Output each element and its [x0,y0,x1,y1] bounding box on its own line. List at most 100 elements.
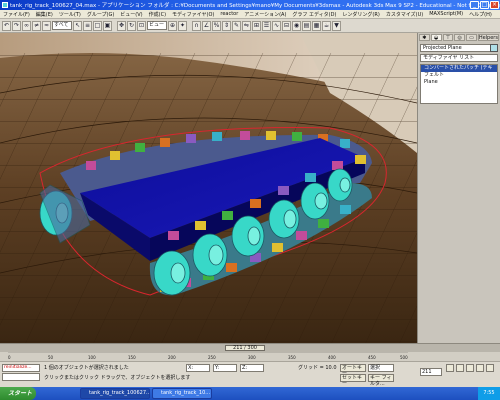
mirror-icon[interactable]: ⇋ [242,20,251,31]
modify-tab-icon[interactable]: ◒ [430,34,442,41]
maximize-button[interactable]: □ [480,1,489,9]
taskbar-item[interactable]: tank_rig_track_10... [152,388,212,399]
3dsmax-app-icon[interactable] [2,2,8,8]
menu-create[interactable]: 作成(C) [149,11,166,18]
menu-maxscript[interactable]: MAXScript(M) [429,11,463,17]
modifier-list-dropdown[interactable]: モディファイヤ リスト [420,54,498,62]
menu-reactor[interactable]: reactor [220,11,238,17]
layer-manager-icon[interactable]: ☰ [262,20,271,31]
object-color-swatch[interactable] [490,44,498,52]
reference-coordinate-dropdown[interactable]: ビュー [147,21,167,30]
time-slider-bar[interactable]: 211 / 300 [0,343,500,352]
field-of-view-icon[interactable] [476,364,484,372]
rotate-icon[interactable]: ↻ [127,20,136,31]
key-filters-button[interactable]: キー フィルタ... [368,374,394,387]
set-key-button[interactable]: セットキー [340,374,366,387]
track-bar[interactable]: 0 50 100 150 200 250 300 350 400 450 500 [0,351,500,361]
link-icon[interactable]: ∞ [22,20,31,31]
time-slider-handle[interactable]: 211 / 300 [225,345,265,351]
undo-icon[interactable]: ↶ [2,20,11,31]
quick-render-icon[interactable]: ☕ [322,20,331,31]
object-name-field[interactable]: Projected Plane [420,44,498,52]
minimize-button[interactable]: _ [470,1,479,9]
object-name-text: Projected Plane [423,45,462,51]
menu-graph-editors[interactable]: グラフ エディタ(D) [292,11,336,18]
named-selection-icon[interactable]: ✎ [232,20,241,31]
menu-modifiers[interactable]: モディファイヤ(O) [172,11,214,18]
z-coordinate-field[interactable]: Z: [240,364,264,372]
menu-tools[interactable]: ツール(T) [59,11,81,18]
bind-space-warp-icon[interactable]: ≈ [42,20,51,31]
windows-taskbar: スタート tank_rig_track_100627... tank_rig_t… [0,387,500,400]
key-filter-dropdown[interactable]: 選択 [368,364,394,372]
rectangular-selection-icon[interactable]: □ [93,20,102,31]
select-by-name-icon[interactable]: ≡ [83,20,92,31]
select-object-icon[interactable]: ↖ [73,20,82,31]
orbit-icon[interactable] [466,364,474,372]
stack-item[interactable]: コンバートされたパッチ (テキスト) [421,65,497,78]
auto-key-button[interactable]: オートキー [340,364,366,377]
status-line: 1 個のオブジェクトが選択されました [44,365,129,371]
percent-snap-icon[interactable]: % [212,20,221,31]
y-coordinate-field[interactable]: Y: [213,364,237,372]
command-panel-tabs: ✱ ◒ ⊤ ◎ ▭ Helpers [418,33,500,42]
stack-item[interactable]: Plane [421,79,497,86]
menu-group[interactable]: グループ(G) [87,11,114,18]
snap-toggle-icon[interactable]: ∩ [192,20,201,31]
move-icon[interactable]: ✥ [117,20,126,31]
menu-help[interactable]: ヘルプ(H) [469,11,492,18]
display-tab-icon[interactable]: ▭ [466,34,477,41]
render-type-icon[interactable]: ▼ [332,20,341,31]
maximize-viewport-icon[interactable] [486,364,494,372]
stack-item[interactable]: フェルト [421,72,497,79]
curve-editor-icon[interactable]: ∿ [272,20,281,31]
pivot-center-icon[interactable]: ⊕ [168,20,177,31]
title-bar: tank_rig_track_100627_04.max - アプリケーション … [0,0,500,10]
material-editor-icon[interactable]: ◉ [292,20,301,31]
x-coordinate-field[interactable]: X: [186,364,210,372]
ruler-tick: 450 [368,355,376,360]
maxscript-output-field[interactable] [2,373,40,381]
menu-edit[interactable]: 編集(E) [36,11,53,18]
scale-icon[interactable]: ⊡ [137,20,146,31]
selection-filter-dropdown[interactable]: すべて [52,21,72,30]
manipulate-icon[interactable]: ✦ [178,20,187,31]
schematic-view-icon[interactable]: ⊟ [282,20,291,31]
menu-rendering[interactable]: レンダリング(R) [342,11,379,18]
ruler-tick: 400 [328,355,336,360]
close-button[interactable]: × [490,1,499,9]
taskbar-item[interactable]: tank_rig_track_100627... [80,388,150,399]
align-icon[interactable]: ⊞ [252,20,261,31]
motion-tab-icon[interactable]: ◎ [454,34,466,41]
ruler-tick: 500 [400,355,408,360]
create-tab-icon[interactable]: ✱ [419,34,430,41]
grid-spacing: グリッド = 10.0 [298,365,337,371]
render-setup-icon[interactable]: ▤ [302,20,311,31]
track-ruler: 0 50 100 150 200 250 300 350 400 450 500 [8,351,408,360]
current-frame-field[interactable]: 211 [420,368,442,376]
render-frame-icon[interactable]: ▦ [312,20,321,31]
menu-animation[interactable]: アニメーション(A) [244,11,286,18]
prompt-line: クリックまたはクリック ドラッグで、オブジェクトを選択します [44,375,191,381]
start-button[interactable]: スタート [0,387,36,400]
window-crossing-icon[interactable]: ▣ [103,20,112,31]
maxscript-listener-field[interactable]: reinitialize... [2,364,40,372]
zoom-icon[interactable] [446,364,454,372]
helpers-tab[interactable]: Helpers [477,34,499,41]
hierarchy-tab-icon[interactable]: ⊤ [442,34,454,41]
redo-icon[interactable]: ↷ [12,20,21,31]
window-title: tank_rig_track_100627_04.max - アプリケーション … [10,3,500,9]
angle-snap-icon[interactable]: ∠ [202,20,211,31]
pan-icon[interactable] [456,364,464,372]
window-controls: _ □ × [470,1,499,9]
unlink-icon[interactable]: ≠ [32,20,41,31]
menu-views[interactable]: ビュー(V) [120,11,142,18]
spinner-snap-icon[interactable]: ⇕ [222,20,231,31]
menu-customize[interactable]: カスタマイズ(U) [386,11,423,18]
menu-bar: ファイル(F) 編集(E) ツール(T) グループ(G) ビュー(V) 作成(C… [0,10,500,19]
ruler-tick: 200 [168,355,176,360]
menu-file[interactable]: ファイル(F) [3,11,30,18]
perspective-viewport[interactable] [0,33,417,343]
status-bar: reinitialize... 1 個のオブジェクトが選択されました クリックま… [0,361,500,387]
ruler-tick: 100 [88,355,96,360]
